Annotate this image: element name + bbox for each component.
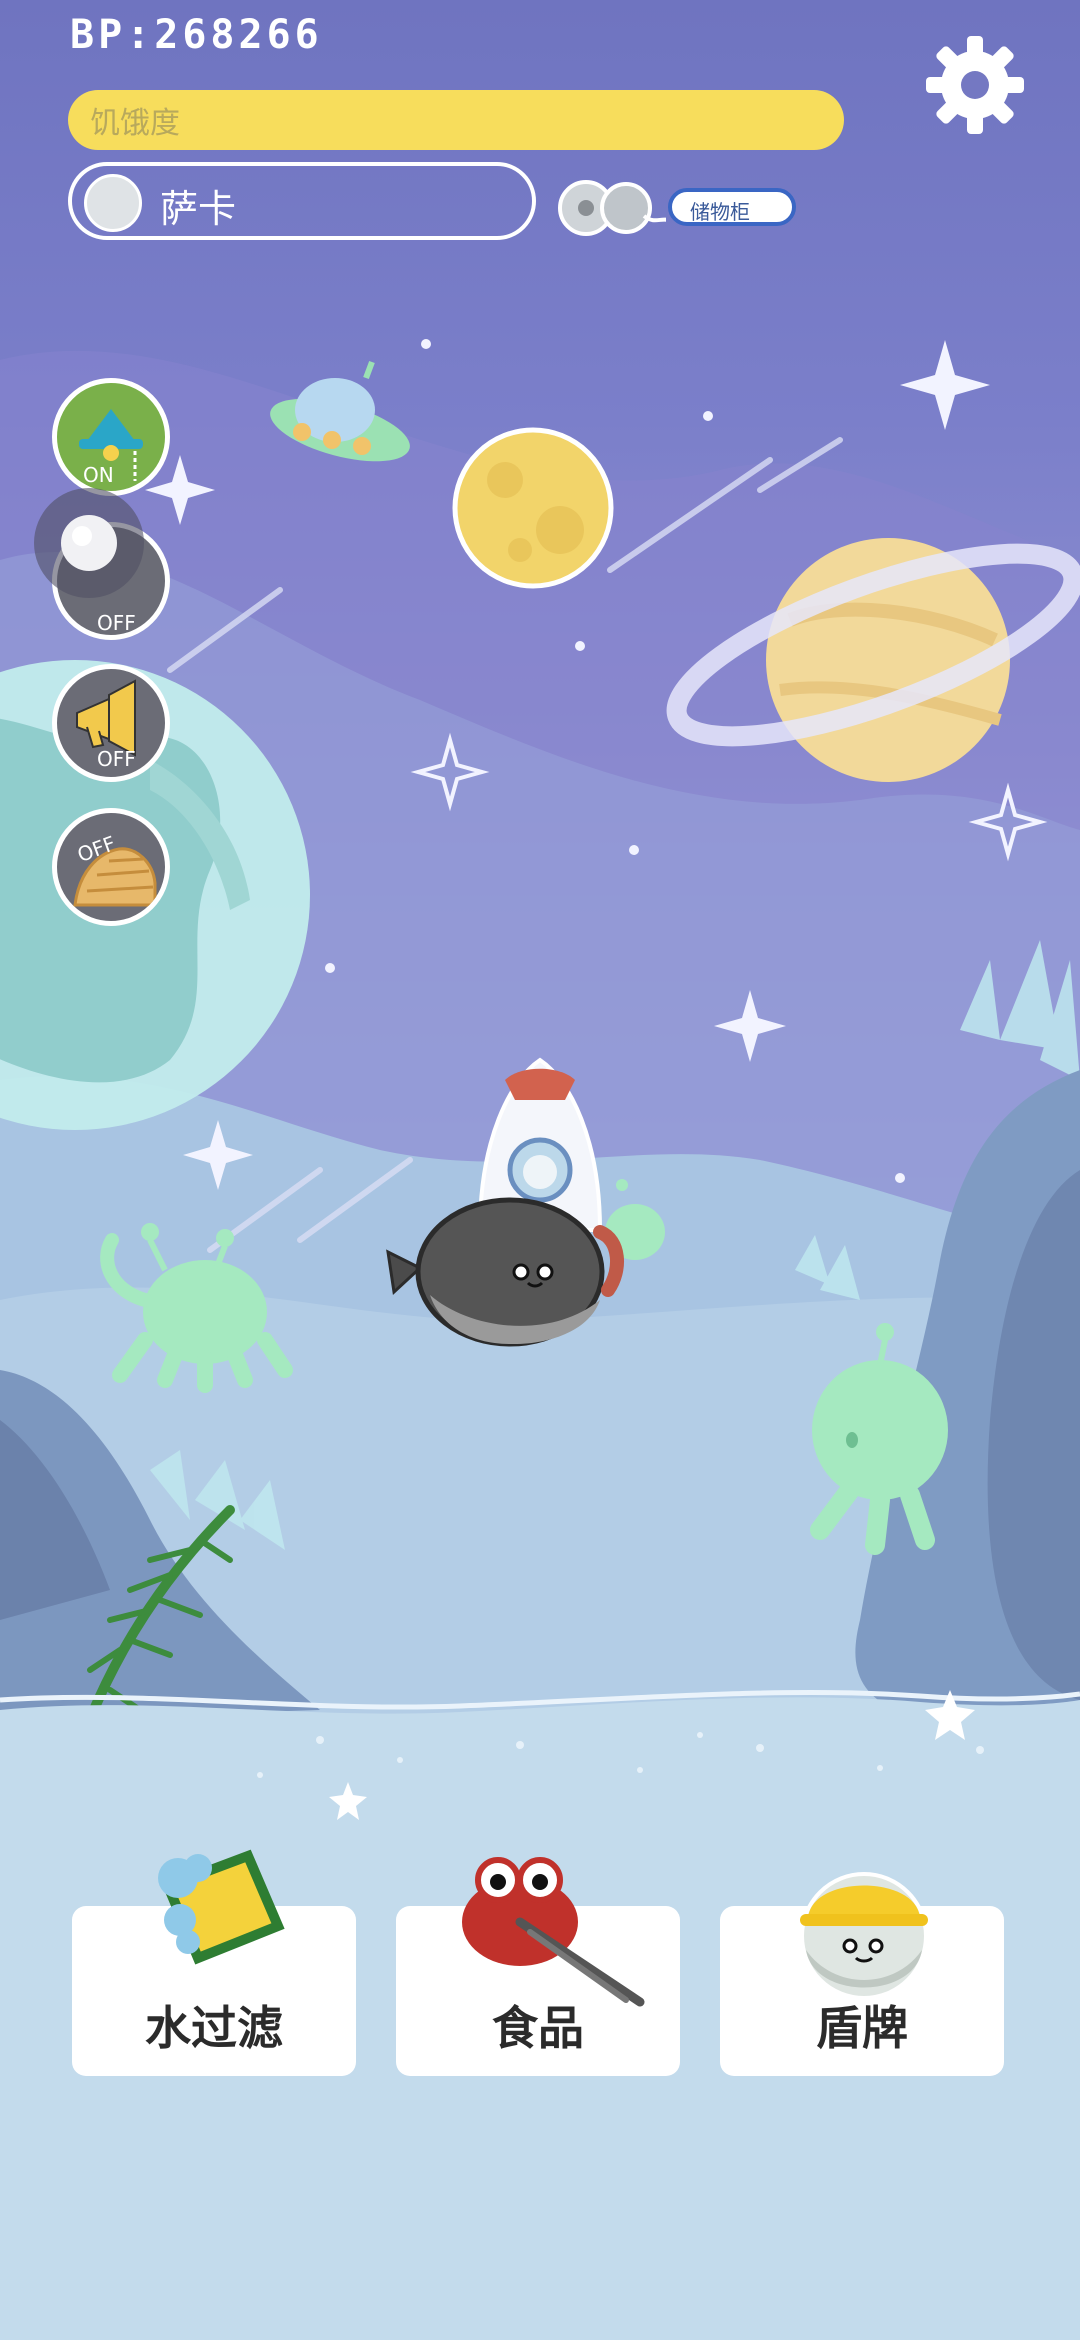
water-filter-label: 水过滤 [145, 2001, 283, 2055]
pet-name: 萨卡 [160, 187, 237, 231]
pet-name-box[interactable]: 萨卡 [68, 162, 536, 240]
pufferfish-helmet-icon [784, 1850, 944, 2010]
bp-counter: BP:268266 [70, 12, 323, 58]
settings-gear-icon[interactable] [920, 30, 1030, 140]
pet-avatar [84, 174, 142, 232]
shell-toggle[interactable]: OFF [52, 808, 170, 926]
light-orb-state: OFF [97, 611, 136, 635]
lamp-toggle[interactable]: ON [52, 378, 170, 496]
key-icon[interactable] [556, 176, 666, 238]
shell-icon [73, 847, 157, 907]
crab-tongs-icon [440, 1852, 650, 2012]
hunger-label: 饥饿度 [90, 106, 180, 141]
aquarium-scene: BP:268266 饥饿度 萨卡 储物柜 ON OFF OFF OFF 水过滤 … [0, 0, 1080, 2340]
light-orb-icon[interactable] [34, 488, 144, 598]
locker-button[interactable]: 储物柜 [668, 188, 796, 226]
hunger-bar: 饥饿度 [68, 90, 844, 150]
speaker-toggle[interactable]: OFF [52, 664, 170, 782]
speaker-state: OFF [97, 747, 136, 771]
sponge-icon [138, 1846, 288, 1976]
lamp-state: ON [83, 463, 114, 487]
yellow-moon [452, 427, 614, 589]
locker-label: 储物柜 [690, 200, 750, 224]
